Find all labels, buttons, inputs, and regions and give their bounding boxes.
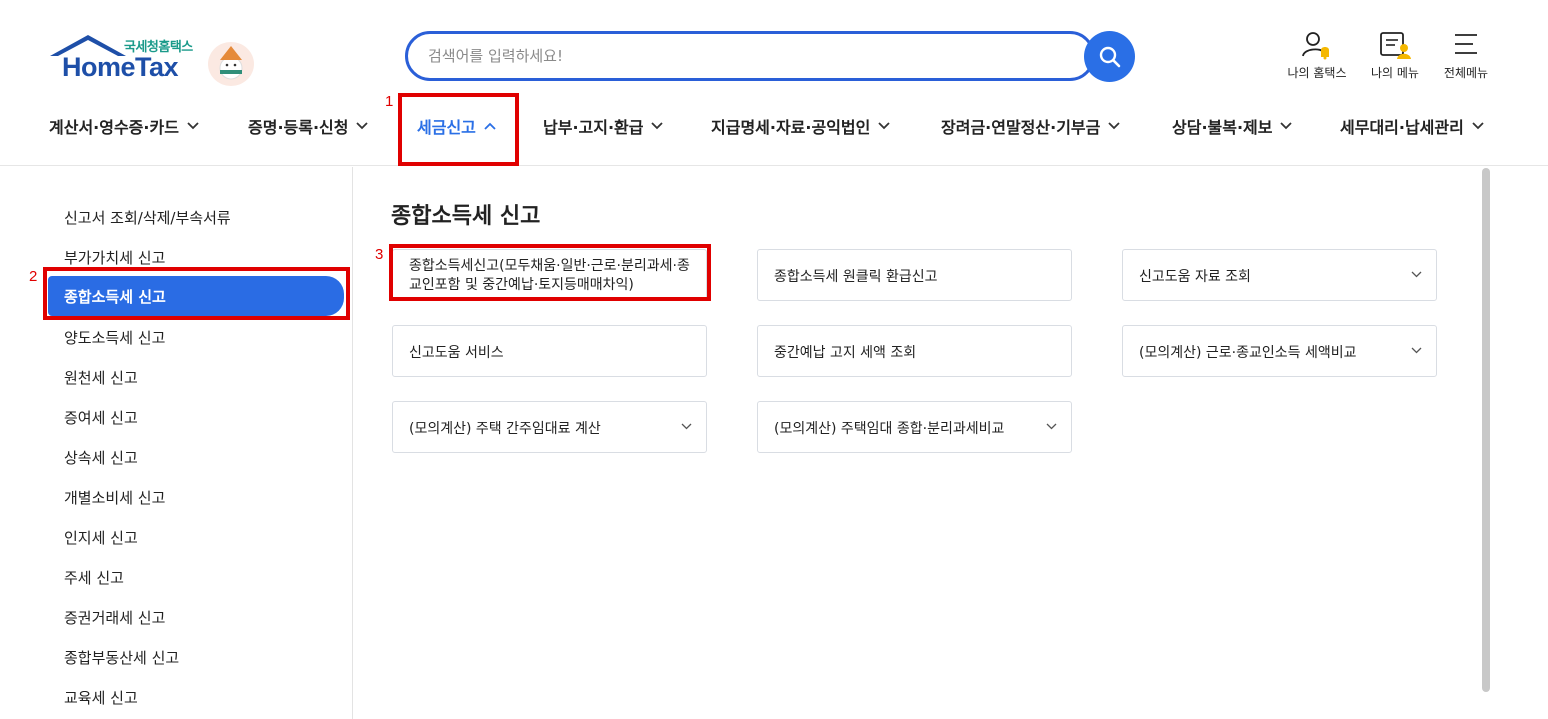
hometax-logo[interactable]: 국세청홈택스 HomeTax [48, 32, 258, 88]
user-bell-icon [1302, 32, 1329, 60]
sidebar-item-capital-gains[interactable]: 양도소득세 신고 [64, 327, 165, 348]
my-menu-label: 나의 메뉴 [1371, 66, 1419, 80]
chevron-down-icon [878, 122, 890, 130]
all-menu-label: 전체메뉴 [1443, 66, 1489, 80]
annotation-label-2: 2 [29, 268, 38, 285]
gnb-item-statement[interactable]: 지급명세·자료·공익법인 [711, 106, 890, 146]
sidebar-item-consumption-tax[interactable]: 개별소비세 신고 [64, 487, 165, 508]
sidebar-item-report-lookup[interactable]: 신고서 조회/삭제/부속서류 [64, 207, 231, 228]
gnb-label: 상담·불복·제보 [1172, 118, 1273, 137]
highlight-box-1 [398, 93, 519, 166]
annotation-label-3: 3 [375, 246, 384, 263]
card-filing-help-data[interactable]: 신고도움 자료 조회 [1122, 249, 1437, 301]
sidebar-item-securities-tax[interactable]: 증권거래세 신고 [64, 607, 165, 628]
card-interim-notice[interactable]: 중간예납 고지 세액 조회 [757, 325, 1072, 377]
header: 국세청홈택스 HomeTax 나의 홈택스 [0, 0, 1548, 166]
search-input[interactable] [428, 34, 1068, 78]
card-label: (모의계산) 주택 간주임대료 계산 [409, 421, 601, 437]
sidebar-item-vat[interactable]: 부가가치세 신고 [64, 247, 165, 268]
my-menu-button[interactable]: 나의 메뉴 [1366, 30, 1424, 81]
card-label: 종합소득세 원클릭 환급신고 [774, 269, 938, 285]
chevron-down-icon [356, 122, 369, 130]
menu-user-icon [1380, 32, 1411, 59]
chevron-down-icon [1411, 347, 1422, 354]
scrollbar-thumb[interactable] [1482, 168, 1490, 692]
card-mock-income-compare[interactable]: (모의계산) 근로·종교인소득 세액비교 [1122, 325, 1437, 377]
sidebar-item-liquor-tax[interactable]: 주세 신고 [64, 567, 124, 588]
gnb-label: 세무대리·납세관리 [1340, 118, 1464, 137]
snowman-mascot-icon [208, 42, 254, 86]
sidebar [0, 167, 353, 719]
card-one-click-refund[interactable]: 종합소득세 원클릭 환급신고 [757, 249, 1072, 301]
chevron-down-icon [187, 122, 199, 130]
search-icon [1099, 46, 1120, 67]
gnb-label: 증명·등록·신청 [248, 118, 349, 137]
sidebar-item-stamp-tax[interactable]: 인지세 신고 [64, 527, 138, 548]
gnb-item-payment[interactable]: 납부·고지·환급 [543, 106, 664, 146]
search-box [405, 31, 1095, 81]
sidebar-item-withholding[interactable]: 원천세 신고 [64, 367, 138, 388]
logo-title: HomeTax [62, 52, 179, 82]
gnb-item-incentive[interactable]: 장려금·연말정산·기부금 [941, 106, 1120, 146]
card-label: 신고도움 서비스 [409, 345, 504, 361]
highlight-box-2 [43, 267, 350, 320]
gnb-label: 납부·고지·환급 [543, 118, 644, 137]
hamburger-icon [1455, 34, 1477, 54]
search-button[interactable] [1084, 31, 1135, 82]
card-label: 신고도움 자료 조회 [1139, 269, 1251, 285]
gnb-item-tax-agent[interactable]: 세무대리·납세관리 [1340, 106, 1484, 146]
chevron-down-icon [651, 122, 664, 130]
card-mock-rental-compare[interactable]: (모의계산) 주택임대 종합·분리과세비교 [757, 401, 1072, 453]
card-label: 중간예납 고지 세액 조회 [774, 345, 917, 361]
gnb-item-consultation[interactable]: 상담·불복·제보 [1172, 106, 1293, 146]
annotation-label-1: 1 [385, 93, 394, 110]
sidebar-item-property-tax[interactable]: 종합부동산세 신고 [64, 647, 179, 668]
gnb-item-certificate[interactable]: 증명·등록·신청 [248, 106, 369, 146]
sidebar-item-gift-tax[interactable]: 증여세 신고 [64, 407, 138, 428]
chevron-down-icon [1411, 271, 1422, 278]
card-mock-deemed-rent[interactable]: (모의계산) 주택 간주임대료 계산 [392, 401, 707, 453]
my-hometax-button[interactable]: 나의 홈택스 [1283, 30, 1351, 81]
sidebar-item-education-tax[interactable]: 교육세 신고 [64, 687, 138, 708]
sidebar-item-inheritance-tax[interactable]: 상속세 신고 [64, 447, 138, 468]
my-hometax-label: 나의 홈택스 [1287, 66, 1347, 80]
card-label: (모의계산) 주택임대 종합·분리과세비교 [774, 421, 1005, 437]
chevron-down-icon [1108, 122, 1120, 130]
chevron-down-icon [1472, 122, 1484, 130]
card-label: (모의계산) 근로·종교인소득 세액비교 [1139, 345, 1357, 361]
gnb-label: 지급명세·자료·공익법인 [711, 118, 871, 137]
gnb-label: 장려금·연말정산·기부금 [941, 118, 1101, 137]
all-menu-button[interactable]: 전체메뉴 [1438, 30, 1494, 81]
chevron-down-icon [1280, 122, 1293, 130]
page-title: 종합소득세 신고 [391, 204, 541, 229]
chevron-down-icon [681, 423, 692, 430]
highlight-box-3 [389, 244, 711, 301]
chevron-down-icon [1046, 423, 1057, 430]
card-filing-help-service[interactable]: 신고도움 서비스 [392, 325, 707, 377]
gnb-label: 계산서·영수증·카드 [49, 118, 179, 137]
gnb-item-invoice[interactable]: 계산서·영수증·카드 [49, 106, 199, 146]
